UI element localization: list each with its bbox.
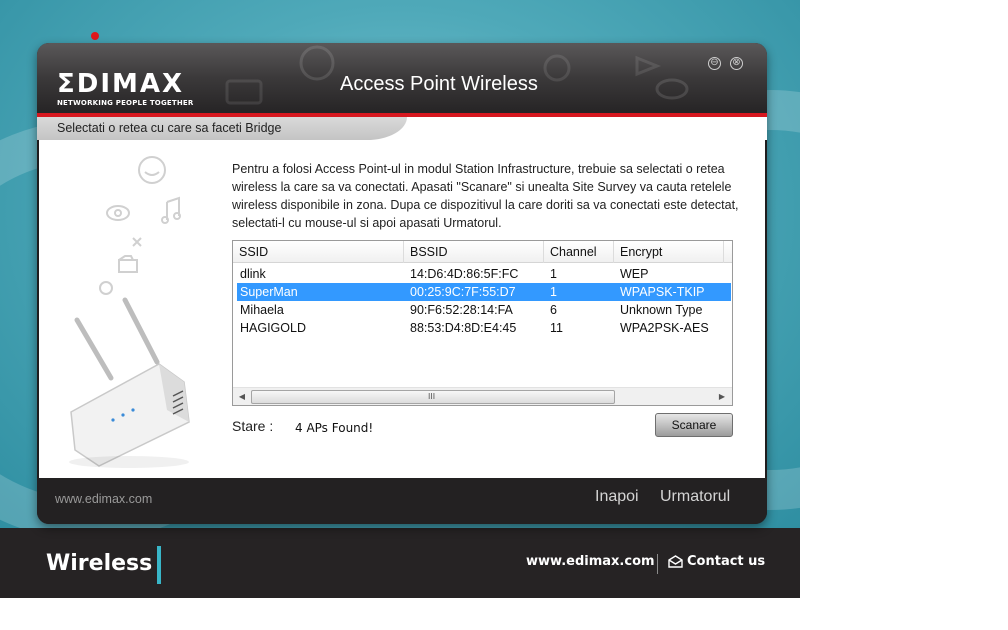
- footer-url-link[interactable]: www.edimax.com: [526, 554, 655, 569]
- red-dot-decoration: [91, 32, 99, 40]
- edimax-logo: ΣDIMAX NETWORKING PEOPLE TOGETHER: [57, 71, 197, 107]
- step-tab: Selectati o retea cu care sa faceti Brid…: [37, 117, 407, 140]
- close-icon[interactable]: ⊗: [730, 57, 743, 70]
- status-value: 4 APs Found!: [295, 421, 374, 435]
- envelope-icon: [668, 555, 683, 568]
- brand-label: Wireless: [46, 551, 153, 576]
- subheader-bar: Selectati o retea cu care sa faceti Brid…: [37, 117, 767, 140]
- cell-channel: 6: [550, 303, 557, 317]
- title-bar: ΣDIMAX NETWORKING PEOPLE TOGETHER Access…: [37, 43, 767, 113]
- network-row[interactable]: Mihaela 90:F6:52:28:14:FA 6 Unknown Type: [237, 301, 731, 319]
- cell-channel: 1: [550, 267, 557, 281]
- access-point-illustration: [69, 156, 190, 468]
- column-header-channel[interactable]: Channel: [544, 241, 614, 263]
- logo-tagline: NETWORKING PEOPLE TOGETHER: [57, 99, 194, 107]
- cell-channel: 11: [550, 321, 563, 335]
- setup-wizard-window: ΣDIMAX NETWORKING PEOPLE TOGETHER Access…: [37, 43, 767, 524]
- cell-encrypt: WEP: [620, 267, 649, 281]
- cell-encrypt: WPA2PSK-AES: [620, 321, 709, 335]
- list-header: SSID BSSID Channel Encrypt: [233, 241, 732, 263]
- cell-bssid: 88:53:D4:8D:E4:45: [410, 321, 517, 335]
- network-row[interactable]: HAGIGOLD 88:53:D4:8D:E4:45 11 WPA2PSK-AE…: [237, 319, 731, 337]
- instructions-text: Pentru a folosi Access Point-ul in modul…: [232, 162, 739, 230]
- scroll-right-icon[interactable]: ▶: [715, 390, 729, 404]
- next-button[interactable]: Urmatorul: [660, 488, 730, 506]
- cell-channel: 1: [550, 285, 557, 299]
- network-row[interactable]: dlink 14:D6:4D:86:5F:FC 1 WEP: [237, 265, 731, 283]
- contact-us-link[interactable]: Contact us: [668, 554, 765, 569]
- cell-encrypt: Unknown Type: [620, 303, 703, 317]
- column-header-bssid[interactable]: BSSID: [404, 241, 544, 263]
- minimize-icon[interactable]: ⊖: [708, 57, 721, 70]
- scrollbar-thumb[interactable]: III: [251, 390, 615, 404]
- footer-website: www.edimax.com: [55, 492, 153, 506]
- column-header-ssid[interactable]: SSID: [233, 241, 404, 263]
- cell-ssid: Mihaela: [240, 303, 284, 317]
- scan-button[interactable]: Scanare: [655, 413, 733, 437]
- footer-divider: [657, 554, 658, 574]
- content-panel: Pentru a folosi Access Point-ul in modul…: [39, 140, 765, 478]
- cell-bssid: 14:D6:4D:86:5F:FC: [410, 267, 519, 281]
- horizontal-scrollbar[interactable]: ◀ III ▶: [233, 387, 732, 405]
- window-title: Access Point Wireless: [340, 73, 538, 95]
- logo-wordmark: ΣDIMAX: [57, 69, 185, 99]
- floating-icons: [99, 156, 181, 295]
- site-survey-list[interactable]: SSID BSSID Channel Encrypt dlink 14:D6:4…: [232, 240, 733, 406]
- status-label: Stare :: [232, 418, 274, 434]
- cell-bssid: 90:F6:52:28:14:FA: [410, 303, 513, 317]
- back-button[interactable]: Inapoi: [595, 488, 639, 506]
- cell-ssid: HAGIGOLD: [240, 321, 306, 335]
- step-title: Selectati o retea cu care sa faceti Brid…: [57, 121, 282, 135]
- column-header-encrypt[interactable]: Encrypt: [614, 241, 724, 263]
- network-row-selected[interactable]: SuperMan 00:25:9C:7F:55:D7 1 WPAPSK-TKIP: [237, 283, 731, 301]
- router-device: [69, 297, 190, 468]
- cell-ssid: SuperMan: [240, 285, 298, 299]
- scroll-left-icon[interactable]: ◀: [235, 390, 249, 404]
- background-footer-bar: Wireless www.edimax.com Contact us: [0, 528, 800, 598]
- contact-us-label: Contact us: [687, 554, 766, 569]
- screen: Wireless www.edimax.com Contact us ΣDIMA…: [0, 0, 1008, 630]
- cell-bssid: 00:25:9C:7F:55:D7: [410, 285, 516, 299]
- window-footer: www.edimax.com Inapoi Urmatorul: [37, 478, 767, 524]
- brand-accent-bar: [157, 546, 161, 584]
- cell-encrypt: WPAPSK-TKIP: [620, 285, 705, 299]
- scrollbar-grip: III: [428, 392, 436, 401]
- cell-ssid: dlink: [240, 267, 266, 281]
